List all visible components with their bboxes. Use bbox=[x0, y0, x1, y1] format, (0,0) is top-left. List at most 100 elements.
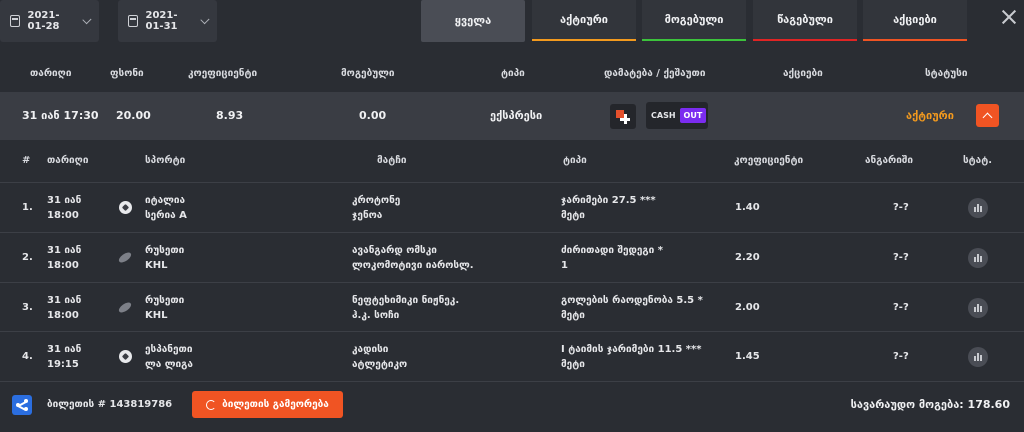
selection-pick: მეტი bbox=[561, 359, 585, 370]
selection-pick: 1 bbox=[561, 260, 568, 271]
sel-header-score: ანგარიში bbox=[865, 155, 914, 166]
bet-won: 0.00 bbox=[359, 109, 387, 122]
selection-country: ესპანეთი bbox=[145, 344, 193, 355]
calendar-icon bbox=[128, 15, 138, 27]
bet-date: 31 იან 17:30 bbox=[22, 109, 99, 122]
selection-pick: მეტი bbox=[561, 310, 585, 321]
calendar-icon bbox=[10, 15, 20, 27]
bet-type: ექსპრესი bbox=[490, 109, 543, 122]
date-from-picker[interactable]: 2021-01-28 bbox=[0, 0, 99, 42]
selection-row: 4. 31 იან 19:15 ესპანეთი ლა ლიგა კადისი ატლეტი… bbox=[0, 331, 1024, 381]
selection-league: KHL bbox=[145, 260, 168, 271]
ticket-id: ბილეთის # 143819786 bbox=[47, 399, 173, 410]
header-won: მოგებული bbox=[341, 68, 395, 79]
selection-time: 19:15 bbox=[47, 359, 79, 370]
stats-button[interactable] bbox=[968, 347, 988, 367]
tab-all-label: ყველა bbox=[454, 13, 492, 27]
collapse-button[interactable] bbox=[976, 104, 999, 127]
selection-market: ძირითადი შედეგი * bbox=[561, 245, 663, 256]
chevron-down-icon bbox=[81, 14, 91, 24]
selection-date: 31 იან bbox=[47, 344, 82, 355]
cashout-cash-label: CASH bbox=[651, 111, 676, 120]
add-to-bet-button[interactable] bbox=[610, 104, 636, 129]
selection-date: 31 იან bbox=[47, 195, 82, 206]
selection-team-away: ატლეტიკო bbox=[352, 359, 408, 370]
selection-league: KHL bbox=[145, 310, 168, 321]
selection-time: 18:00 bbox=[47, 260, 79, 271]
selection-odds: 2.00 bbox=[735, 302, 760, 313]
tab-all[interactable]: ყველა bbox=[421, 0, 525, 42]
tab-promotions[interactable]: აქციები bbox=[863, 0, 967, 41]
sel-header-match: მატჩი bbox=[377, 155, 407, 166]
tab-active-label: აქტიური bbox=[560, 13, 608, 26]
cashout-button[interactable]: CASH OUT bbox=[646, 102, 708, 129]
selection-row: 3. 31 იან 18:00 რუსეთი KHL ნეფტეხიმიკი ნიჟნეკ… bbox=[0, 282, 1024, 332]
selection-time: 18:00 bbox=[47, 210, 79, 221]
sel-header-stats: სტატ. bbox=[963, 155, 993, 166]
tab-won[interactable]: მოგებული bbox=[642, 0, 746, 41]
cashout-out-label: OUT bbox=[679, 108, 707, 123]
close-icon[interactable] bbox=[1000, 8, 1018, 26]
tab-promotions-label: აქციები bbox=[893, 13, 937, 26]
selection-market: I ტაიმის ჯარიმები 11.5 *** bbox=[561, 344, 702, 355]
selection-num: 3. bbox=[22, 302, 33, 313]
sel-header-sport: სპორტი bbox=[145, 155, 186, 166]
selection-score: ?-? bbox=[893, 202, 909, 213]
selection-odds: 1.40 bbox=[735, 202, 760, 213]
tab-lost-label: წაგებული bbox=[777, 13, 833, 26]
selection-team-home: კადისი bbox=[352, 344, 389, 355]
selection-team-home: ნეფტეხიმიკი ნიჟნეკ. bbox=[352, 295, 460, 306]
selection-score: ?-? bbox=[893, 302, 909, 313]
sel-header-num: # bbox=[22, 155, 31, 166]
selection-team-away: ჯენოა bbox=[352, 210, 383, 221]
possible-win: სავარაუდო მოგება: 178.60 bbox=[850, 398, 1010, 411]
selection-date: 31 იან bbox=[47, 245, 82, 256]
selection-team-away: ჰ.კ. სოჩი bbox=[352, 310, 400, 321]
filter-bar: 2021-01-28 2021-01-31 ყველა აქტიური მოგე… bbox=[0, 0, 1024, 50]
sel-header-date: თარიღი bbox=[47, 155, 89, 166]
header-status: სტატუსი bbox=[925, 68, 968, 79]
selection-team-away: ლოკომოტივი იაროსლ. bbox=[352, 260, 474, 271]
selection-country: იტალია bbox=[145, 195, 186, 206]
selection-team-home: კროტონე bbox=[352, 195, 401, 206]
header-stake: ფსონი bbox=[110, 68, 144, 79]
selection-country: რუსეთი bbox=[145, 295, 185, 306]
header-date: თარიღი bbox=[30, 68, 72, 79]
selection-num: 2. bbox=[22, 252, 33, 263]
status-badge: აქტიური bbox=[906, 109, 954, 122]
repeat-ticket-button[interactable]: ბილეთის გამეორება bbox=[192, 391, 343, 418]
selection-num: 1. bbox=[22, 202, 33, 213]
add-selection-icon bbox=[616, 109, 630, 124]
ticket-footer: ბილეთის # 143819786 ბილეთის გამეორება სა… bbox=[0, 381, 1024, 432]
selections-header: # თარიღი სპორტი მატჩი ტიპი კოეფიციენტი ა… bbox=[0, 146, 1024, 176]
sel-header-type: ტიპი bbox=[563, 155, 587, 166]
soccer-ball-icon bbox=[119, 350, 132, 363]
header-promotions: აქციები bbox=[783, 68, 823, 79]
tab-won-label: მოგებული bbox=[664, 13, 724, 26]
selection-row: 2. 31 იან 18:00 რუსეთი KHL ავანგარდ ომსკი ლოკო… bbox=[0, 232, 1024, 282]
stats-button[interactable] bbox=[968, 248, 988, 268]
date-to-picker[interactable]: 2021-01-31 bbox=[118, 0, 217, 42]
stats-button[interactable] bbox=[968, 298, 988, 318]
share-button[interactable] bbox=[12, 395, 32, 415]
selection-league: სერია A bbox=[145, 210, 187, 221]
selection-odds: 2.20 bbox=[735, 252, 760, 263]
selection-league: ლა ლიგა bbox=[145, 359, 193, 370]
repeat-ticket-label: ბილეთის გამეორება bbox=[222, 399, 329, 410]
header-type: ტიპი bbox=[501, 68, 525, 79]
selection-pick: მეტი bbox=[561, 210, 585, 221]
tab-active[interactable]: აქტიური bbox=[532, 0, 636, 41]
selection-score: ?-? bbox=[893, 252, 909, 263]
tab-lost[interactable]: წაგებული bbox=[753, 0, 857, 41]
selection-market: გოლების რაოდენობა 5.5 * bbox=[561, 295, 703, 306]
selection-market: ჯარიმები 27.5 *** bbox=[561, 195, 656, 206]
bet-row[interactable]: 31 იან 17:30 20.00 8.93 0.00 ექსპრესი bbox=[0, 92, 1024, 140]
header-add-cashout: დამატება / ქეშაუთი bbox=[604, 68, 706, 79]
date-to-value: 2021-01-31 bbox=[145, 10, 178, 32]
selection-num: 4. bbox=[22, 351, 33, 362]
selection-country: რუსეთი bbox=[145, 245, 185, 256]
selection-score: ?-? bbox=[893, 351, 909, 362]
date-from-value: 2021-01-28 bbox=[27, 10, 60, 32]
bets-table-header: თარიღი ფსონი კოეფიციენტი მოგებული ტიპი დ… bbox=[0, 61, 1024, 89]
stats-button[interactable] bbox=[968, 198, 988, 218]
